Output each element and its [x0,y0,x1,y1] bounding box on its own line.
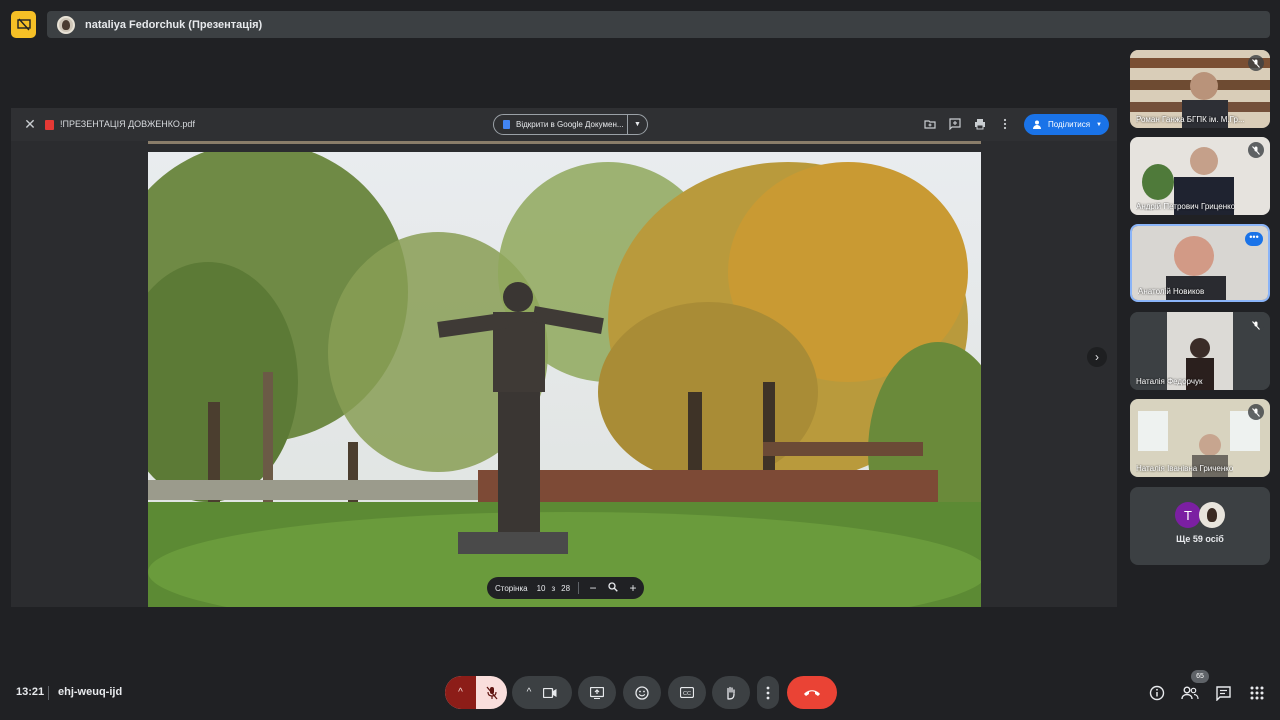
video-camera-icon[interactable] [543,687,557,698]
mic-off-icon [1248,404,1264,420]
zoom-in-button[interactable]: + [627,581,639,595]
people-icon[interactable] [1181,684,1199,702]
participant-tile[interactable]: Роман Ганжа БГПК ім. М.Гр... [1130,50,1270,128]
chevron-down-icon[interactable]: ▼ [1096,122,1102,128]
presenter-name: nataliya Fedorchuk (Презентація) [85,18,263,31]
svg-text:CC: CC [683,691,691,697]
more-options-icon[interactable] [999,118,1011,130]
file-name: !ПРЕЗЕНТАЦІЯ ДОВЖЕНКО.pdf [60,119,195,129]
participant-tile[interactable]: Наталія Іванівна Гриченко [1130,399,1270,477]
presentation-indicator-icon [11,11,36,38]
more-options-icon[interactable]: ••• [1245,232,1263,246]
current-page-input[interactable]: 10 [537,584,546,593]
presentation-viewer: ✕ !ПРЕЗЕНТАЦІЯ ДОВЖЕНКО.pdf Відкрити в G… [11,108,1117,607]
call-end-icon [804,689,820,696]
page-of-label: з [551,583,556,593]
zoom-out-button[interactable]: − [587,581,599,595]
chevron-up-icon[interactable]: ^ [527,687,532,698]
mic-off-icon [1248,55,1264,71]
next-page-button[interactable]: › [1087,347,1107,367]
pdf-file-icon [45,120,54,130]
participant-tile-speaking[interactable]: ••• Анатолій Новиков [1130,224,1270,302]
participant-name: Наталія Федорчук [1136,377,1203,386]
chevron-up-icon[interactable]: ^ [445,676,476,709]
participant-name: Анатолій Новиков [1138,287,1205,296]
close-icon[interactable]: ✕ [23,117,37,131]
participant-name: Роман Ганжа БГПК ім. М.Гр... [1136,115,1245,124]
mic-off-icon [1248,142,1264,158]
open-in-docs-label: Відкрити в Google Докумен... [516,120,624,129]
present-screen-icon [590,686,604,699]
person-add-icon [1033,120,1041,129]
reactions-button[interactable] [623,676,661,709]
viewer-toolbar: ✕ !ПРЕЗЕНТАЦІЯ ДОВЖЕНКО.pdf Відкрити в G… [11,108,1117,141]
more-participants-label: Ще 59 осіб [1176,534,1224,544]
participant-tile[interactable]: Андрій Петрович Гриценко [1130,137,1270,215]
presenter-avatar [57,15,75,34]
participant-tile[interactable]: Наталія Федорчук [1130,312,1270,390]
print-icon[interactable] [974,118,986,130]
divider [48,686,49,700]
mic-off-icon [1248,317,1264,333]
slide-photo [148,152,981,607]
participant-name: Андрій Петрович Гриценко [1136,202,1236,211]
open-in-google-docs-button[interactable]: Відкрити в Google Докумен... ▼ [493,114,648,135]
activities-icon[interactable] [1248,684,1266,702]
people-count-badge: 65 [1191,670,1209,683]
divider [578,582,580,594]
chat-icon[interactable] [1214,684,1232,702]
share-label: Поділитися [1048,120,1091,129]
meeting-details-icon[interactable] [1148,684,1166,702]
closed-captions-icon: CC [680,687,694,698]
clock: 13:21 [16,686,45,698]
share-button[interactable]: Поділитися ▼ [1024,114,1109,135]
camera-control[interactable]: ^ [512,676,572,709]
meeting-code: ehj-weuq-ijd [58,686,123,698]
presenter-bar: nataliya Fedorchuk (Презентація) [47,11,1270,38]
captions-button[interactable]: CC [668,676,706,709]
zoom-icon[interactable] [607,581,619,595]
more-options-button[interactable] [757,676,779,709]
total-pages: 28 [561,583,571,593]
present-screen-button[interactable] [578,676,616,709]
previous-page-edge [148,141,981,144]
participant-avatar [1199,502,1225,528]
mic-off-icon[interactable] [476,676,507,709]
page-label: Сторінка [495,583,528,593]
add-to-drive-icon[interactable] [924,118,936,130]
leave-call-button[interactable] [787,676,837,709]
chevron-down-icon[interactable]: ▼ [627,115,647,134]
raise-hand-icon [727,686,735,700]
google-docs-icon [503,120,510,129]
participant-avatar: T [1175,502,1201,528]
more-participants-tile[interactable]: T Ще 59 осіб [1130,487,1270,565]
raise-hand-button[interactable] [712,676,750,709]
participant-name: Наталія Іванівна Гриченко [1136,464,1234,473]
more-vert-icon [766,686,770,699]
microphone-control[interactable]: ^ [445,676,507,709]
add-comment-icon[interactable] [949,118,961,130]
page-controls: Сторінка 10 з 28 − + [487,577,644,599]
emoji-icon [635,685,649,700]
